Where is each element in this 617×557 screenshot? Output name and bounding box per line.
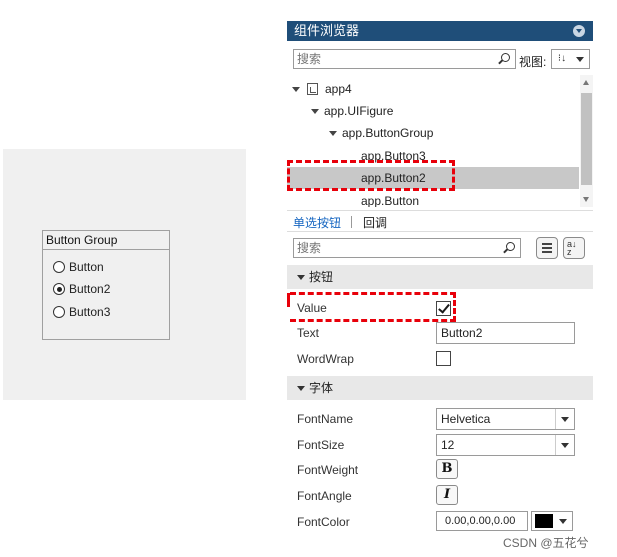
tree-item-button[interactable]: app.Button — [287, 190, 579, 207]
wordwrap-checkbox[interactable] — [436, 351, 451, 366]
component-search-input[interactable] — [297, 52, 467, 66]
expand-icon[interactable] — [329, 131, 337, 136]
property-search-input[interactable] — [297, 241, 467, 255]
sort-az-button[interactable]: a↓ z — [563, 237, 585, 259]
radio-label: Button3 — [69, 305, 111, 319]
component-search-box[interactable] — [293, 49, 516, 69]
app-canvas: Button Group Button Button2 Button3 — [3, 149, 246, 400]
collapse-section-icon[interactable] — [297, 386, 305, 391]
property-search-box[interactable] — [293, 238, 521, 258]
prop-fontangle-label: FontAngle — [297, 489, 352, 503]
italic-button[interactable]: I — [436, 485, 458, 505]
color-swatch — [535, 514, 553, 528]
prop-fontname-label: FontName — [297, 412, 354, 426]
chevron-down-icon — [576, 57, 584, 62]
panel-title: 组件浏览器 — [294, 23, 360, 38]
chevron-down-icon — [561, 443, 569, 448]
sort-az-icon: a↓ z — [567, 239, 577, 257]
collapse-section-icon[interactable] — [297, 275, 305, 280]
component-browser-panel: 组件浏览器 视图: ⁝↓ app4 app.UIFigure app.Butto… — [287, 21, 593, 531]
expand-icon[interactable] — [292, 87, 300, 92]
color-picker-button[interactable] — [531, 511, 573, 531]
fontname-value: Helvetica — [441, 412, 491, 426]
highlight-value-row — [290, 292, 456, 322]
radio-circle-icon[interactable] — [53, 261, 65, 273]
text-field[interactable]: Button2 — [436, 322, 575, 344]
fontcolor-field[interactable]: 0.00,0.00,0.00 — [436, 511, 528, 531]
chevron-down-icon — [561, 417, 569, 422]
prop-wordwrap-label: WordWrap — [297, 352, 354, 366]
radio-selected-icon[interactable] — [53, 283, 65, 295]
watermark: CSDN @五花兮 — [503, 536, 589, 550]
scroll-up-icon[interactable] — [583, 80, 589, 85]
list-icon — [542, 243, 552, 253]
prop-fontsize-label: FontSize — [297, 438, 345, 452]
tree-item-label: app4 — [325, 82, 352, 96]
collapse-icon[interactable] — [573, 25, 585, 37]
tree-item-label: app.UIFigure — [324, 104, 394, 118]
tab-radio-button[interactable]: 单选按钮 — [293, 214, 341, 231]
scroll-thumb[interactable] — [581, 93, 592, 185]
prop-text-label: Text — [297, 326, 320, 340]
radio-button-2[interactable]: Button2 — [53, 281, 110, 297]
button-group-title: Button Group — [43, 231, 169, 250]
radio-label: Button2 — [69, 282, 111, 296]
radio-button-3[interactable]: Button3 — [53, 304, 110, 320]
button-group[interactable]: Button Group Button Button2 Button3 — [42, 230, 170, 340]
chevron-down-icon — [559, 519, 567, 524]
tree-item-label: app.ButtonGroup — [342, 126, 434, 140]
fontsize-value: 12 — [441, 438, 455, 452]
scroll-down-icon[interactable] — [583, 197, 589, 202]
radio-circle-icon[interactable] — [53, 306, 65, 318]
tree-item-uifigure[interactable]: app.UIFigure — [287, 100, 579, 122]
section-font[interactable]: 字体 — [287, 376, 593, 400]
radio-label: Button — [69, 260, 104, 274]
expand-icon[interactable] — [311, 109, 319, 114]
dropdown-button[interactable] — [555, 435, 574, 455]
group-view-button[interactable] — [536, 237, 558, 259]
radio-button-1[interactable]: Button — [53, 259, 104, 275]
fontsize-dropdown[interactable]: 12 — [436, 434, 575, 456]
section-title: 字体 — [309, 381, 334, 395]
bold-button[interactable]: B — [436, 459, 458, 479]
highlight-button2-row — [287, 160, 455, 191]
view-label: 视图: — [519, 55, 547, 69]
highlight-bar — [287, 293, 290, 307]
inspector-tabs: 单选按钮 回调 — [287, 210, 593, 232]
prop-fontcolor-label: FontColor — [297, 515, 350, 529]
prop-fontweight-label: FontWeight — [297, 463, 359, 477]
tree-item-app4[interactable]: app4 — [287, 78, 579, 100]
tree-view-icon: ⁝↓ — [557, 53, 567, 64]
section-button[interactable]: 按钮 — [287, 265, 593, 289]
app-file-icon — [307, 83, 318, 95]
tree-item-label: app.Button — [361, 194, 420, 207]
view-select[interactable]: ⁝↓ — [551, 49, 590, 69]
search-icon — [501, 53, 510, 62]
fontname-dropdown[interactable]: Helvetica — [436, 408, 575, 430]
dropdown-button[interactable] — [555, 409, 574, 429]
tree-item-buttongroup[interactable]: app.ButtonGroup — [287, 122, 579, 144]
tree-scrollbar[interactable] — [580, 75, 593, 207]
tab-divider — [351, 216, 352, 228]
tab-callbacks[interactable]: 回调 — [363, 214, 387, 231]
search-icon — [506, 242, 515, 251]
panel-header: 组件浏览器 — [287, 21, 593, 41]
section-title: 按钮 — [309, 270, 334, 284]
